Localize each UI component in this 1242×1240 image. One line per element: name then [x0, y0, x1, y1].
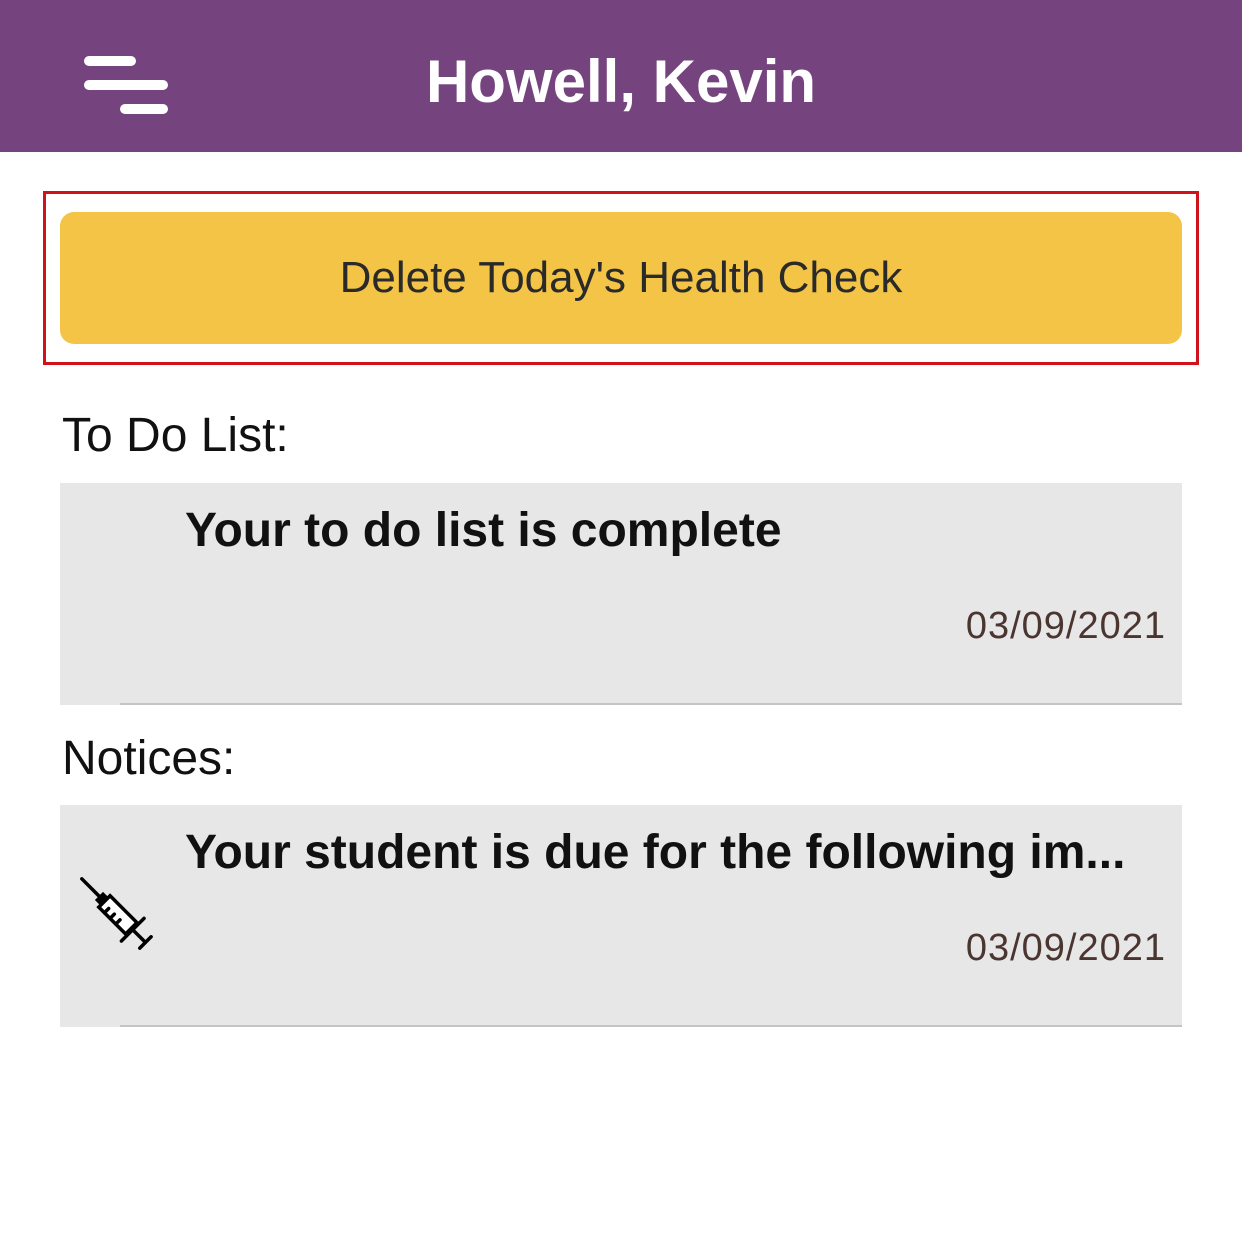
notice-item-title: Your student is due for the following im… [185, 826, 1126, 879]
divider [120, 703, 1182, 705]
notice-list-item[interactable]: Your student is due for the following im… [60, 805, 1182, 1027]
page-title: Howell, Kevin [425, 48, 817, 115]
delete-health-check-button[interactable]: Delete Today's Health Check [60, 212, 1182, 344]
syringe-icon [80, 877, 153, 950]
todo-item-date: 03/09/2021 [965, 605, 1166, 647]
app-header: Howell, Kevin [0, 0, 1242, 152]
divider [120, 1025, 1182, 1027]
notice-item-date: 03/09/2021 [965, 927, 1166, 969]
app-screen: Howell, Kevin Delete Today's Health Chec… [0, 0, 1242, 1240]
todo-list-item[interactable]: Your to do list is complete 03/09/2021 [60, 483, 1182, 705]
todo-section-label: To Do List: [62, 409, 289, 462]
notices-section-label: Notices: [62, 732, 236, 785]
todo-item-title: Your to do list is complete [185, 504, 782, 557]
